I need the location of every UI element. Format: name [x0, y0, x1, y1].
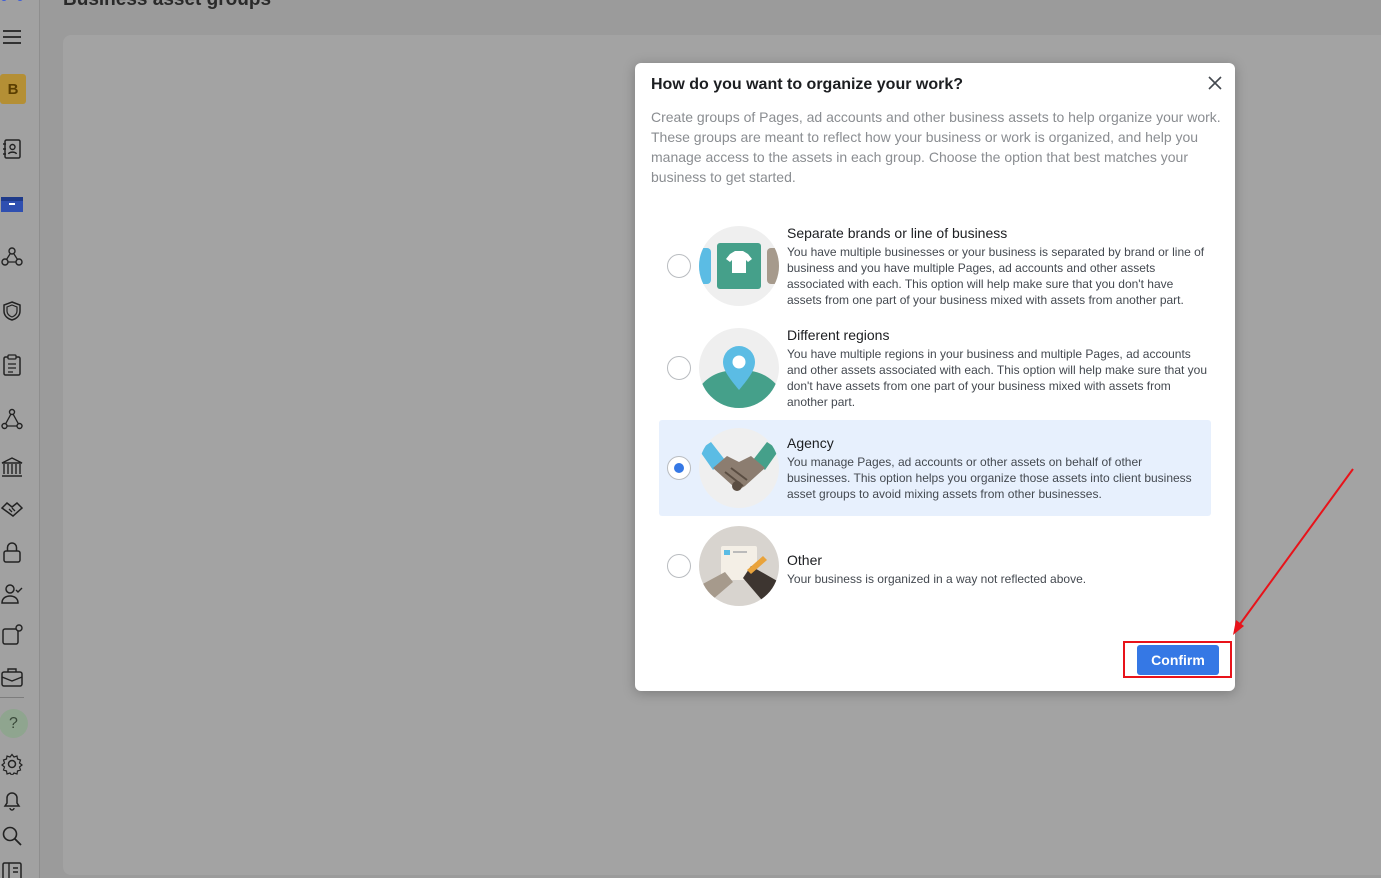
logo-icon [1, 0, 23, 1]
option-title: Separate brands or line of business [787, 225, 1008, 241]
option-separate-brands[interactable]: Separate brands or line of business You … [659, 223, 1211, 319]
dialog-title: How do you want to organize your work? [651, 76, 964, 93]
triangle-nodes-icon[interactable] [0, 406, 24, 432]
tshirt-illustration-icon [699, 226, 779, 306]
search-icon[interactable] [0, 823, 24, 849]
option-different-regions[interactable]: Different regions You have multiple regi… [659, 325, 1211, 421]
radio-different-regions[interactable] [667, 356, 691, 380]
people-network-icon[interactable] [0, 244, 24, 270]
option-title: Different regions [787, 327, 890, 343]
annotation-highlight-box [1123, 641, 1232, 678]
bank-icon[interactable] [0, 454, 24, 480]
handshake-illustration-icon [699, 428, 779, 508]
annotation-arrow-icon [1233, 468, 1354, 635]
option-description: Your business is organized in a way not … [787, 572, 1087, 586]
menu-icon[interactable] [0, 24, 24, 50]
handshake-icon[interactable] [0, 496, 24, 522]
option-description: You have multiple businesses or your bus… [787, 245, 1205, 307]
option-title: Other [787, 552, 823, 568]
briefcase-icon[interactable] [0, 664, 24, 690]
close-button[interactable] [1205, 73, 1225, 93]
radio-agency[interactable] [667, 456, 691, 480]
lock-icon[interactable] [0, 539, 24, 565]
gear-icon[interactable] [0, 751, 24, 777]
business-avatar[interactable]: B [0, 74, 26, 104]
map-pin-illustration-icon [699, 328, 779, 408]
shield-icon[interactable] [0, 298, 24, 324]
option-description: You have multiple regions in your busine… [787, 347, 1208, 409]
document-signing-illustration-icon [699, 526, 779, 606]
help-button[interactable]: ? [0, 709, 28, 738]
dialog-description: Create groups of Pages, ad accounts and … [651, 109, 1221, 185]
clipboard-icon[interactable] [0, 352, 24, 378]
person-check-icon[interactable] [0, 580, 24, 606]
archive-box-icon[interactable] [0, 190, 24, 216]
organize-work-dialog: How do you want to organize your work? C… [635, 63, 1235, 691]
notification-square-icon[interactable] [0, 622, 24, 648]
contact-book-icon[interactable] [0, 136, 24, 162]
sidebar: B ? [0, 0, 40, 878]
book-icon[interactable] [0, 858, 24, 878]
option-agency[interactable]: Agency You manage Pages, ad accounts or … [659, 420, 1211, 516]
sidebar-divider [0, 697, 24, 698]
page-title: Business asset groups [63, 0, 271, 11]
option-title: Agency [787, 435, 834, 451]
radio-separate-brands[interactable] [667, 254, 691, 278]
option-other[interactable]: Other Your business is organized in a wa… [659, 523, 1211, 619]
option-description: You manage Pages, ad accounts or other a… [787, 455, 1192, 501]
close-icon [1208, 76, 1222, 90]
radio-other[interactable] [667, 554, 691, 578]
bell-icon[interactable] [0, 787, 24, 813]
